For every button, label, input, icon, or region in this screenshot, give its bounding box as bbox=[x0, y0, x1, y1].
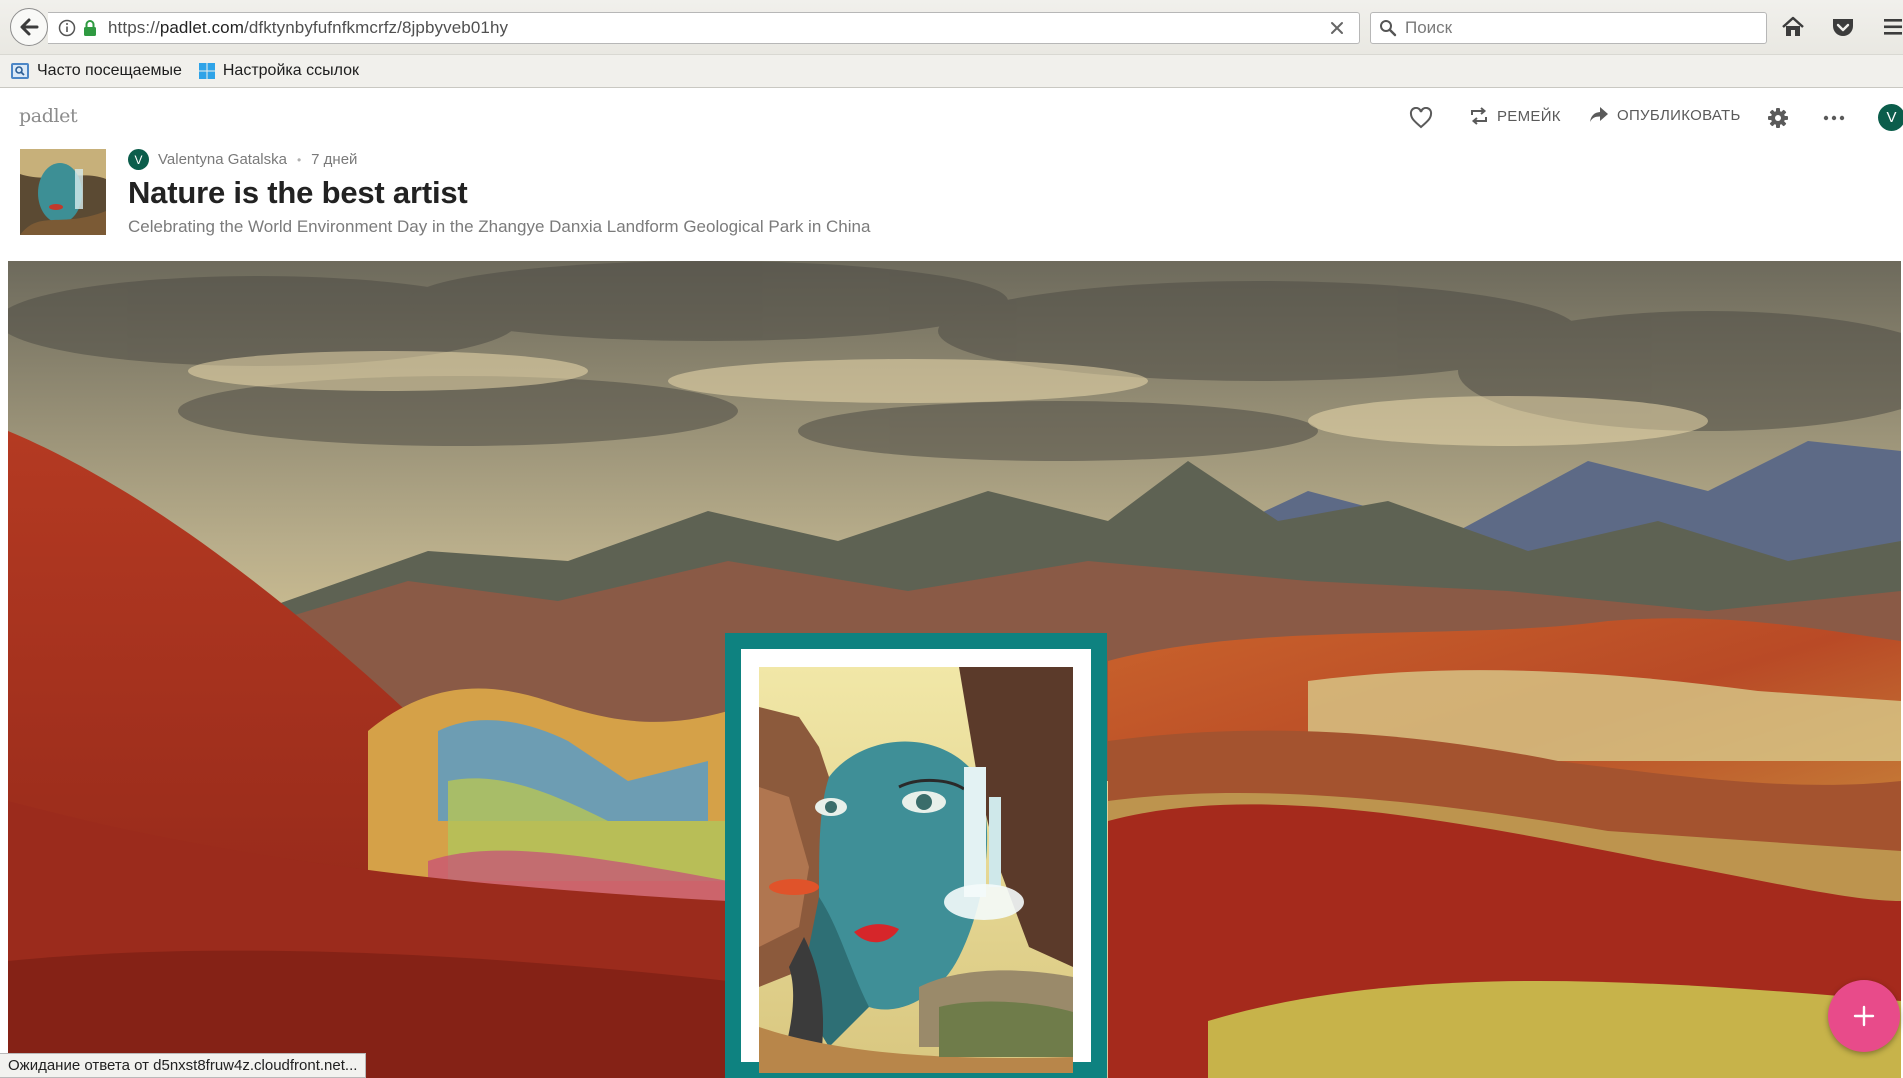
back-button[interactable] bbox=[10, 8, 48, 46]
bookmark-label: Часто посещаемые bbox=[37, 62, 182, 79]
bookmark-frequent[interactable]: Часто посещаемые bbox=[10, 62, 182, 80]
separator-dot: • bbox=[296, 152, 302, 167]
search-box[interactable] bbox=[1370, 12, 1767, 44]
post-card[interactable] bbox=[725, 633, 1107, 1078]
heart-icon[interactable] bbox=[1409, 107, 1433, 129]
publish-button[interactable]: ОПУБЛИКОВАТЬ bbox=[1589, 106, 1741, 124]
publish-label: ОПУБЛИКОВАТЬ bbox=[1617, 106, 1741, 124]
more-icon[interactable] bbox=[1823, 115, 1845, 121]
author-avatar[interactable]: V bbox=[128, 149, 149, 170]
windows-icon bbox=[198, 63, 215, 79]
post-image-frame bbox=[741, 649, 1091, 1073]
post-image[interactable] bbox=[759, 667, 1073, 1073]
user-avatar[interactable]: V bbox=[1878, 104, 1903, 131]
remake-icon bbox=[1471, 107, 1487, 125]
home-icon[interactable] bbox=[1780, 14, 1806, 40]
frequent-sites-icon bbox=[11, 63, 29, 79]
bookmark-label: Настройка ссылок bbox=[222, 62, 359, 79]
author-row: V Valentyna Gatalska • 7 дней bbox=[128, 149, 357, 170]
browser-nav-bar: https://padlet.com/dfktynbyfufnfkmcrfz/8… bbox=[0, 0, 1903, 55]
post-age: 7 дней bbox=[311, 151, 358, 168]
padlet-logo[interactable]: padlet bbox=[19, 105, 78, 127]
search-icon bbox=[1380, 20, 1397, 37]
bookmark-customize-links[interactable]: Настройка ссылок bbox=[198, 62, 359, 80]
gear-icon[interactable] bbox=[1767, 107, 1789, 129]
url-bar[interactable]: https://padlet.com/dfktynbyfufnfkmcrfz/8… bbox=[48, 12, 1360, 44]
wall-description: Celebrating the World Environment Day in… bbox=[128, 217, 871, 236]
remake-label: РЕМЕЙК bbox=[1497, 107, 1561, 125]
add-post-button[interactable] bbox=[1828, 980, 1900, 1052]
wall-info: V Valentyna Gatalska • 7 дней Nature is … bbox=[0, 149, 1903, 259]
close-icon[interactable] bbox=[1327, 18, 1347, 38]
share-arrow-icon bbox=[1590, 107, 1608, 122]
remake-button[interactable]: РЕМЕЙК bbox=[1469, 106, 1561, 126]
arrow-left-icon bbox=[20, 18, 39, 36]
author-name[interactable]: Valentyna Gatalska bbox=[158, 151, 287, 168]
menu-icon[interactable] bbox=[1882, 14, 1903, 40]
plus-icon bbox=[1853, 1005, 1875, 1027]
bookmarks-toolbar: Часто посещаемые Настройка ссылок bbox=[0, 55, 1903, 88]
url-text[interactable]: https://padlet.com/dfktynbyfufnfkmcrfz/8… bbox=[108, 18, 508, 38]
wall-title: Nature is the best artist bbox=[128, 175, 468, 210]
wall-thumbnail bbox=[20, 149, 106, 235]
lock-icon[interactable] bbox=[82, 19, 98, 37]
padlet-header: padlet РЕМЕЙК ОПУБЛИКОВАТЬ V bbox=[0, 89, 1903, 149]
search-input[interactable] bbox=[1405, 18, 1745, 38]
pocket-icon[interactable] bbox=[1830, 14, 1856, 40]
info-icon[interactable] bbox=[58, 19, 76, 37]
browser-status-bar: Ожидание ответа от d5nxst8fruw4z.cloudfr… bbox=[0, 1053, 367, 1078]
